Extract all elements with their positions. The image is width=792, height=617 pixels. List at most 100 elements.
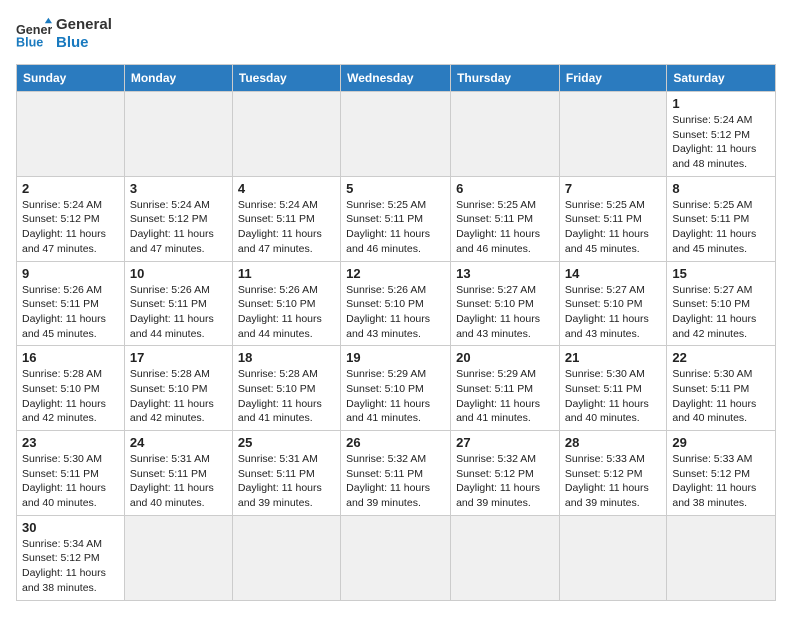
calendar-cell	[124, 515, 232, 600]
calendar-week-row: 9 Sunrise: 5:26 AM Sunset: 5:11 PM Dayli…	[17, 261, 776, 346]
day-info: Sunrise: 5:33 AM Sunset: 5:12 PM Dayligh…	[565, 452, 661, 511]
day-info: Sunrise: 5:26 AM Sunset: 5:10 PM Dayligh…	[238, 283, 335, 342]
calendar-cell: 17 Sunrise: 5:28 AM Sunset: 5:10 PM Dayl…	[124, 346, 232, 431]
calendar-cell: 21 Sunrise: 5:30 AM Sunset: 5:11 PM Dayl…	[559, 346, 666, 431]
header-sunday: Sunday	[17, 65, 125, 92]
day-number: 25	[238, 435, 335, 450]
logo: General Blue General Blue	[16, 16, 112, 52]
day-number: 2	[22, 181, 119, 196]
day-number: 23	[22, 435, 119, 450]
calendar-cell: 5 Sunrise: 5:25 AM Sunset: 5:11 PM Dayli…	[341, 176, 451, 261]
calendar-cell	[451, 92, 560, 177]
day-info: Sunrise: 5:30 AM Sunset: 5:11 PM Dayligh…	[22, 452, 119, 511]
day-info: Sunrise: 5:25 AM Sunset: 5:11 PM Dayligh…	[346, 198, 445, 257]
day-info: Sunrise: 5:24 AM Sunset: 5:12 PM Dayligh…	[672, 113, 770, 172]
day-number: 4	[238, 181, 335, 196]
day-info: Sunrise: 5:29 AM Sunset: 5:10 PM Dayligh…	[346, 367, 445, 426]
calendar-cell	[559, 515, 666, 600]
day-info: Sunrise: 5:27 AM Sunset: 5:10 PM Dayligh…	[456, 283, 554, 342]
header-saturday: Saturday	[667, 65, 776, 92]
calendar-cell: 13 Sunrise: 5:27 AM Sunset: 5:10 PM Dayl…	[451, 261, 560, 346]
day-number: 22	[672, 350, 770, 365]
calendar-cell	[667, 515, 776, 600]
calendar-cell: 14 Sunrise: 5:27 AM Sunset: 5:10 PM Dayl…	[559, 261, 666, 346]
day-info: Sunrise: 5:32 AM Sunset: 5:12 PM Dayligh…	[456, 452, 554, 511]
day-info: Sunrise: 5:26 AM Sunset: 5:11 PM Dayligh…	[130, 283, 227, 342]
day-number: 11	[238, 266, 335, 281]
day-info: Sunrise: 5:31 AM Sunset: 5:11 PM Dayligh…	[130, 452, 227, 511]
calendar-cell: 8 Sunrise: 5:25 AM Sunset: 5:11 PM Dayli…	[667, 176, 776, 261]
calendar-week-row: 16 Sunrise: 5:28 AM Sunset: 5:10 PM Dayl…	[17, 346, 776, 431]
day-info: Sunrise: 5:33 AM Sunset: 5:12 PM Dayligh…	[672, 452, 770, 511]
calendar-cell	[232, 515, 340, 600]
day-number: 8	[672, 181, 770, 196]
day-info: Sunrise: 5:29 AM Sunset: 5:11 PM Dayligh…	[456, 367, 554, 426]
day-number: 5	[346, 181, 445, 196]
day-number: 3	[130, 181, 227, 196]
calendar-cell: 9 Sunrise: 5:26 AM Sunset: 5:11 PM Dayli…	[17, 261, 125, 346]
day-number: 24	[130, 435, 227, 450]
calendar-cell	[232, 92, 340, 177]
day-info: Sunrise: 5:27 AM Sunset: 5:10 PM Dayligh…	[672, 283, 770, 342]
svg-text:Blue: Blue	[16, 36, 43, 50]
calendar-cell: 10 Sunrise: 5:26 AM Sunset: 5:11 PM Dayl…	[124, 261, 232, 346]
day-info: Sunrise: 5:26 AM Sunset: 5:10 PM Dayligh…	[346, 283, 445, 342]
header-friday: Friday	[559, 65, 666, 92]
header-tuesday: Tuesday	[232, 65, 340, 92]
calendar-cell: 11 Sunrise: 5:26 AM Sunset: 5:10 PM Dayl…	[232, 261, 340, 346]
day-number: 15	[672, 266, 770, 281]
header-monday: Monday	[124, 65, 232, 92]
day-number: 9	[22, 266, 119, 281]
day-number: 12	[346, 266, 445, 281]
day-number: 30	[22, 520, 119, 535]
day-info: Sunrise: 5:28 AM Sunset: 5:10 PM Dayligh…	[130, 367, 227, 426]
day-number: 26	[346, 435, 445, 450]
logo-general: General	[56, 16, 112, 34]
calendar: Sunday Monday Tuesday Wednesday Thursday…	[16, 64, 776, 601]
day-info: Sunrise: 5:24 AM Sunset: 5:12 PM Dayligh…	[22, 198, 119, 257]
day-number: 18	[238, 350, 335, 365]
day-number: 10	[130, 266, 227, 281]
calendar-cell: 30 Sunrise: 5:34 AM Sunset: 5:12 PM Dayl…	[17, 515, 125, 600]
calendar-cell: 18 Sunrise: 5:28 AM Sunset: 5:10 PM Dayl…	[232, 346, 340, 431]
calendar-cell: 29 Sunrise: 5:33 AM Sunset: 5:12 PM Dayl…	[667, 431, 776, 516]
calendar-week-row: 2 Sunrise: 5:24 AM Sunset: 5:12 PM Dayli…	[17, 176, 776, 261]
calendar-cell: 12 Sunrise: 5:26 AM Sunset: 5:10 PM Dayl…	[341, 261, 451, 346]
calendar-cell: 3 Sunrise: 5:24 AM Sunset: 5:12 PM Dayli…	[124, 176, 232, 261]
calendar-week-row: 23 Sunrise: 5:30 AM Sunset: 5:11 PM Dayl…	[17, 431, 776, 516]
calendar-cell	[451, 515, 560, 600]
day-number: 28	[565, 435, 661, 450]
day-info: Sunrise: 5:25 AM Sunset: 5:11 PM Dayligh…	[672, 198, 770, 257]
calendar-cell	[341, 515, 451, 600]
day-number: 29	[672, 435, 770, 450]
header-thursday: Thursday	[451, 65, 560, 92]
calendar-cell: 22 Sunrise: 5:30 AM Sunset: 5:11 PM Dayl…	[667, 346, 776, 431]
calendar-cell: 1 Sunrise: 5:24 AM Sunset: 5:12 PM Dayli…	[667, 92, 776, 177]
calendar-cell	[559, 92, 666, 177]
day-number: 17	[130, 350, 227, 365]
day-number: 7	[565, 181, 661, 196]
calendar-cell: 6 Sunrise: 5:25 AM Sunset: 5:11 PM Dayli…	[451, 176, 560, 261]
day-number: 6	[456, 181, 554, 196]
day-number: 14	[565, 266, 661, 281]
calendar-cell: 20 Sunrise: 5:29 AM Sunset: 5:11 PM Dayl…	[451, 346, 560, 431]
calendar-cell	[17, 92, 125, 177]
calendar-cell: 26 Sunrise: 5:32 AM Sunset: 5:11 PM Dayl…	[341, 431, 451, 516]
calendar-cell: 27 Sunrise: 5:32 AM Sunset: 5:12 PM Dayl…	[451, 431, 560, 516]
day-info: Sunrise: 5:26 AM Sunset: 5:11 PM Dayligh…	[22, 283, 119, 342]
day-info: Sunrise: 5:27 AM Sunset: 5:10 PM Dayligh…	[565, 283, 661, 342]
day-info: Sunrise: 5:30 AM Sunset: 5:11 PM Dayligh…	[565, 367, 661, 426]
day-info: Sunrise: 5:28 AM Sunset: 5:10 PM Dayligh…	[238, 367, 335, 426]
day-info: Sunrise: 5:28 AM Sunset: 5:10 PM Dayligh…	[22, 367, 119, 426]
calendar-week-row: 30 Sunrise: 5:34 AM Sunset: 5:12 PM Dayl…	[17, 515, 776, 600]
day-info: Sunrise: 5:24 AM Sunset: 5:12 PM Dayligh…	[130, 198, 227, 257]
day-info: Sunrise: 5:32 AM Sunset: 5:11 PM Dayligh…	[346, 452, 445, 511]
day-number: 1	[672, 96, 770, 111]
calendar-cell: 16 Sunrise: 5:28 AM Sunset: 5:10 PM Dayl…	[17, 346, 125, 431]
calendar-cell: 23 Sunrise: 5:30 AM Sunset: 5:11 PM Dayl…	[17, 431, 125, 516]
calendar-cell	[124, 92, 232, 177]
calendar-cell: 24 Sunrise: 5:31 AM Sunset: 5:11 PM Dayl…	[124, 431, 232, 516]
day-number: 27	[456, 435, 554, 450]
day-info: Sunrise: 5:25 AM Sunset: 5:11 PM Dayligh…	[565, 198, 661, 257]
calendar-cell: 2 Sunrise: 5:24 AM Sunset: 5:12 PM Dayli…	[17, 176, 125, 261]
